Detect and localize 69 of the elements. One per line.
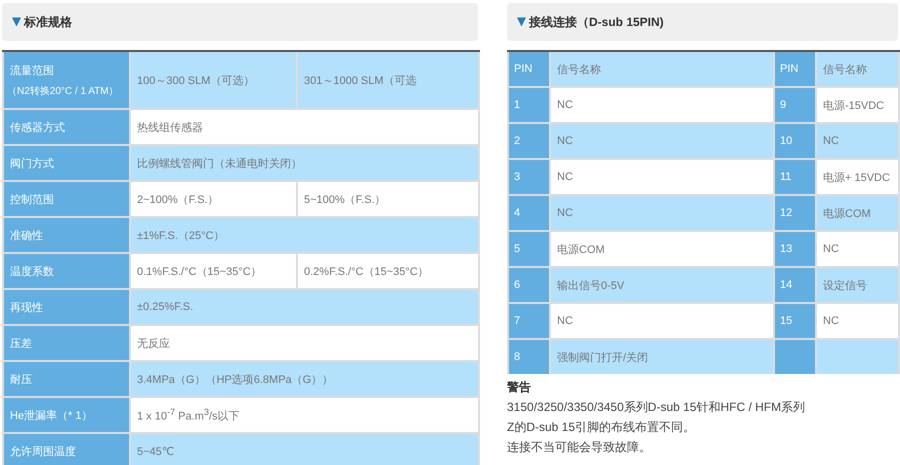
section-title: 接线连接（D-sub 15PIN) xyxy=(529,14,664,30)
table-cell-text: 2~100%（F.S.） xyxy=(137,192,219,206)
table-cell-text: 比例螺线管阀门（未通电时关闭） xyxy=(137,156,302,170)
table-cell: NC xyxy=(817,304,898,338)
pin-cell: 6 xyxy=(509,268,549,302)
triangle-icon xyxy=(12,17,21,27)
table-cell: NC xyxy=(551,304,773,338)
table-cell: 输出信号0-5V xyxy=(551,268,773,302)
column-header: PIN xyxy=(775,52,815,86)
table-cell: 强制阀门打开/关闭 xyxy=(551,340,773,374)
label-text: 温度系数 xyxy=(10,264,55,278)
pin-cell: 8 xyxy=(509,340,549,374)
table-cell-text: 301～1000 SLM（可选 xyxy=(304,74,416,88)
table-cell: NC xyxy=(817,124,898,158)
table-cell: 电源COM xyxy=(551,232,773,266)
table-cell-text: 5~100%（F.S.） xyxy=(304,192,386,206)
pin-cell: 13 xyxy=(775,232,815,266)
table-cell-text: 无反应 xyxy=(137,336,170,350)
table-cell: ±0.25%F.S. xyxy=(137,301,194,313)
pin-cell: 14 xyxy=(775,268,815,302)
pin-cell: 10 xyxy=(775,124,815,158)
label-text: 压差 xyxy=(10,336,33,350)
warning-title: 警告 xyxy=(507,379,532,396)
pin-cell: 1 xyxy=(509,88,549,122)
label-text: （N2转换20°C / 1 ATM） xyxy=(7,84,120,98)
triangle-icon xyxy=(517,17,526,27)
pin-cell: 12 xyxy=(775,196,815,230)
label-text: He泄漏率（* 1） xyxy=(10,408,94,422)
table-cell-text: 3.4MPa（G）（HP选项6.8MPa（G）） xyxy=(137,372,334,386)
label-text: 传感器方式 xyxy=(10,120,66,134)
warning-text: 连接不当可能会导致故障。 xyxy=(507,439,652,456)
pin-cell: 15 xyxy=(775,304,815,338)
label-text: 允许周围温度 xyxy=(10,444,77,458)
warning-text: 3150/3250/3350/3450系列D-sub 15针和HFC / HFM系列 xyxy=(507,399,806,416)
table-cell: NC xyxy=(551,196,773,230)
section-title: 标准规格 xyxy=(24,14,72,30)
warning-text: Z的D-sub 15引脚的布线布置不同。 xyxy=(507,419,696,436)
table-cell-text: ±1%F.S.（25°C） xyxy=(137,228,224,242)
pin-cell: 9 xyxy=(775,88,815,122)
label-text: 耐压 xyxy=(10,372,33,386)
pin-cell: 5 xyxy=(509,232,549,266)
label-text: 准确性 xyxy=(10,228,44,242)
label-text: 控制范围 xyxy=(10,192,55,206)
table-cell: 1 x 10$^{-7}$ Pa.m$^{3}$/s以下 xyxy=(137,406,240,424)
table-cell: 电源COM xyxy=(817,196,898,230)
pin-cell: 11 xyxy=(775,160,815,194)
label-text: 阀门方式 xyxy=(10,156,55,170)
column-header: 信号名称 xyxy=(551,52,773,86)
table-cell: NC xyxy=(551,88,773,122)
pin-cell: 2 xyxy=(509,124,549,158)
pin-cell: 4 xyxy=(509,196,549,230)
table-cell: NC xyxy=(551,160,773,194)
label-text: 再现性 xyxy=(10,300,44,314)
pin-cell xyxy=(775,340,815,374)
label-text: 流量范围 xyxy=(10,64,55,78)
table-cell: 5~45℃ xyxy=(137,444,174,458)
table-cell: 电源+ 15VDC xyxy=(817,160,898,194)
table-cell-text: 100～300 SLM（可选） xyxy=(137,74,254,88)
column-header: PIN xyxy=(509,52,549,86)
table-cell: NC xyxy=(817,232,898,266)
pin-cell: 7 xyxy=(509,304,549,338)
pin-cell: 3 xyxy=(509,160,549,194)
table-cell: 设定信号 xyxy=(817,268,898,302)
table-cell-text: 热线组传感器 xyxy=(137,120,203,134)
table-cell-text: 0.2%F.S./°C（15~35°C） xyxy=(304,264,429,278)
table-cell-text: 0.1%F.S./°C（15~35°C） xyxy=(137,264,262,278)
table-cell: NC xyxy=(551,124,773,158)
column-header: 信号名称 xyxy=(817,52,898,86)
table-cell: 电源-15VDC xyxy=(817,88,898,122)
